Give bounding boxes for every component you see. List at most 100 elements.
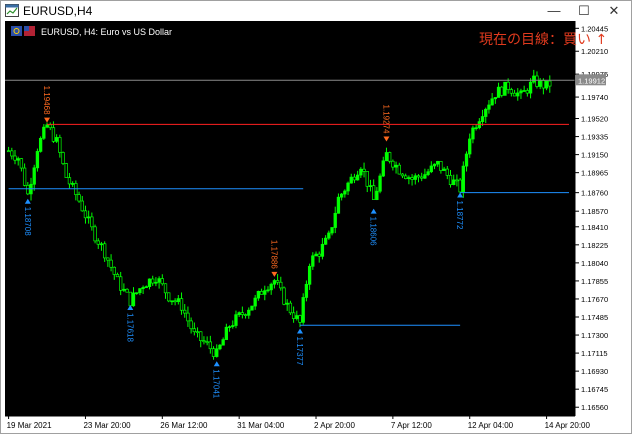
candle-body — [253, 297, 257, 307]
candle-body — [452, 179, 456, 186]
window-title: EURUSD,H4 — [23, 4, 93, 18]
swing-low-label: 1.17618 — [125, 313, 134, 342]
candle-body — [282, 287, 286, 305]
candle-body — [304, 283, 309, 298]
candle-body — [35, 151, 40, 169]
candle-body — [13, 155, 17, 161]
candle-body — [199, 331, 203, 341]
y-tick-label: 1.19740 — [581, 93, 608, 102]
candle-body — [372, 185, 376, 200]
x-tick-label: 23 Mar 20:00 — [83, 421, 131, 430]
candle-body — [384, 152, 389, 162]
candle-body — [407, 177, 411, 180]
y-tick-label: 1.16930 — [581, 367, 608, 376]
candle-body — [381, 160, 385, 177]
candle-body — [461, 165, 465, 193]
candle-body — [83, 210, 88, 219]
candle-body — [378, 175, 382, 192]
candle-body — [61, 152, 65, 164]
candle-body — [22, 167, 27, 186]
candle-body — [480, 116, 485, 122]
y-tick-label: 1.18570 — [581, 207, 608, 216]
candle-body — [205, 341, 209, 344]
candle-body — [179, 298, 184, 311]
candle-body — [349, 176, 353, 184]
candle-body — [291, 312, 296, 319]
candle-body — [288, 302, 293, 314]
candle-body — [307, 265, 312, 285]
price-chart[interactable]: 1.204451.202101.199751.197401.195201.193… — [5, 21, 629, 431]
y-tick-label: 1.16745 — [581, 385, 608, 394]
y-tick-label: 1.18040 — [581, 259, 608, 268]
candle-body — [122, 288, 126, 291]
candle-body — [541, 80, 546, 89]
candle-body — [259, 291, 264, 295]
candle-body — [96, 240, 100, 245]
candle-body — [330, 227, 334, 234]
candle-body — [221, 339, 225, 346]
candle-body — [106, 257, 110, 261]
candle-body — [490, 98, 494, 106]
candle-body — [500, 86, 504, 96]
candle-body — [375, 190, 379, 200]
candle-body — [391, 160, 395, 168]
x-tick-label: 2 Apr 20:00 — [314, 421, 355, 430]
y-tick-label: 1.18410 — [581, 223, 608, 232]
symbol-flag-icon — [11, 26, 35, 36]
candle-body — [10, 150, 14, 157]
candle-body — [70, 183, 75, 185]
candle-body — [6, 150, 11, 153]
candle-body — [99, 243, 104, 246]
y-tick-label: 1.17300 — [581, 331, 608, 340]
current-price-label: 1.19912 — [578, 76, 605, 85]
candle-body — [496, 86, 501, 98]
chart-canvas[interactable]: 1.204451.202101.199751.197401.195201.193… — [5, 21, 629, 431]
candle-body — [93, 226, 97, 242]
candle-body — [195, 331, 200, 334]
x-tick-label: 19 Mar 2021 — [7, 421, 52, 430]
candle-body — [285, 302, 289, 305]
candle-body — [138, 288, 142, 294]
swing-low-label: 1.18708 — [23, 207, 32, 236]
candle-body — [503, 81, 507, 96]
candle-body — [240, 312, 245, 315]
candle-body — [359, 168, 363, 176]
candle-body — [544, 80, 549, 89]
candle-body — [125, 288, 129, 293]
candle-body — [266, 289, 270, 292]
x-tick-label: 14 Apr 20:00 — [545, 421, 591, 430]
candle-body — [352, 176, 357, 181]
candle-body — [548, 80, 552, 87]
candle-body — [202, 340, 206, 343]
close-button[interactable]: ✕ — [601, 1, 627, 21]
candle-body — [471, 127, 475, 140]
swing-high-label: 1.19274 — [381, 105, 390, 134]
candle-body — [247, 309, 251, 316]
maximize-button[interactable]: ☐ — [571, 1, 597, 21]
candle-body — [516, 92, 520, 97]
swing-low-label: 1.17041 — [212, 369, 221, 398]
candle-body — [151, 278, 155, 284]
candle-body — [429, 165, 433, 173]
y-tick-label: 1.17670 — [581, 295, 608, 304]
candle-body — [493, 97, 497, 100]
candle-body — [42, 126, 46, 139]
title-bar[interactable]: EURUSD,H4 — ☐ ✕ — [1, 1, 631, 21]
candle-body — [388, 152, 392, 162]
candle-body — [339, 193, 344, 198]
candle-body — [410, 177, 414, 180]
candle-body — [87, 216, 91, 219]
candle-body — [115, 274, 120, 278]
candle-body — [224, 326, 229, 340]
candle-body — [272, 280, 277, 285]
candle-body — [448, 175, 453, 186]
candle-body — [320, 243, 325, 257]
candle-body — [519, 90, 523, 94]
candle-body — [474, 127, 478, 130]
minimize-button[interactable]: — — [541, 1, 567, 21]
x-tick-label: 12 Apr 04:00 — [468, 421, 514, 430]
x-tick-label: 26 Mar 12:00 — [160, 421, 208, 430]
candle-body — [64, 163, 68, 178]
candle-body — [16, 158, 20, 161]
candle-body — [397, 164, 401, 175]
